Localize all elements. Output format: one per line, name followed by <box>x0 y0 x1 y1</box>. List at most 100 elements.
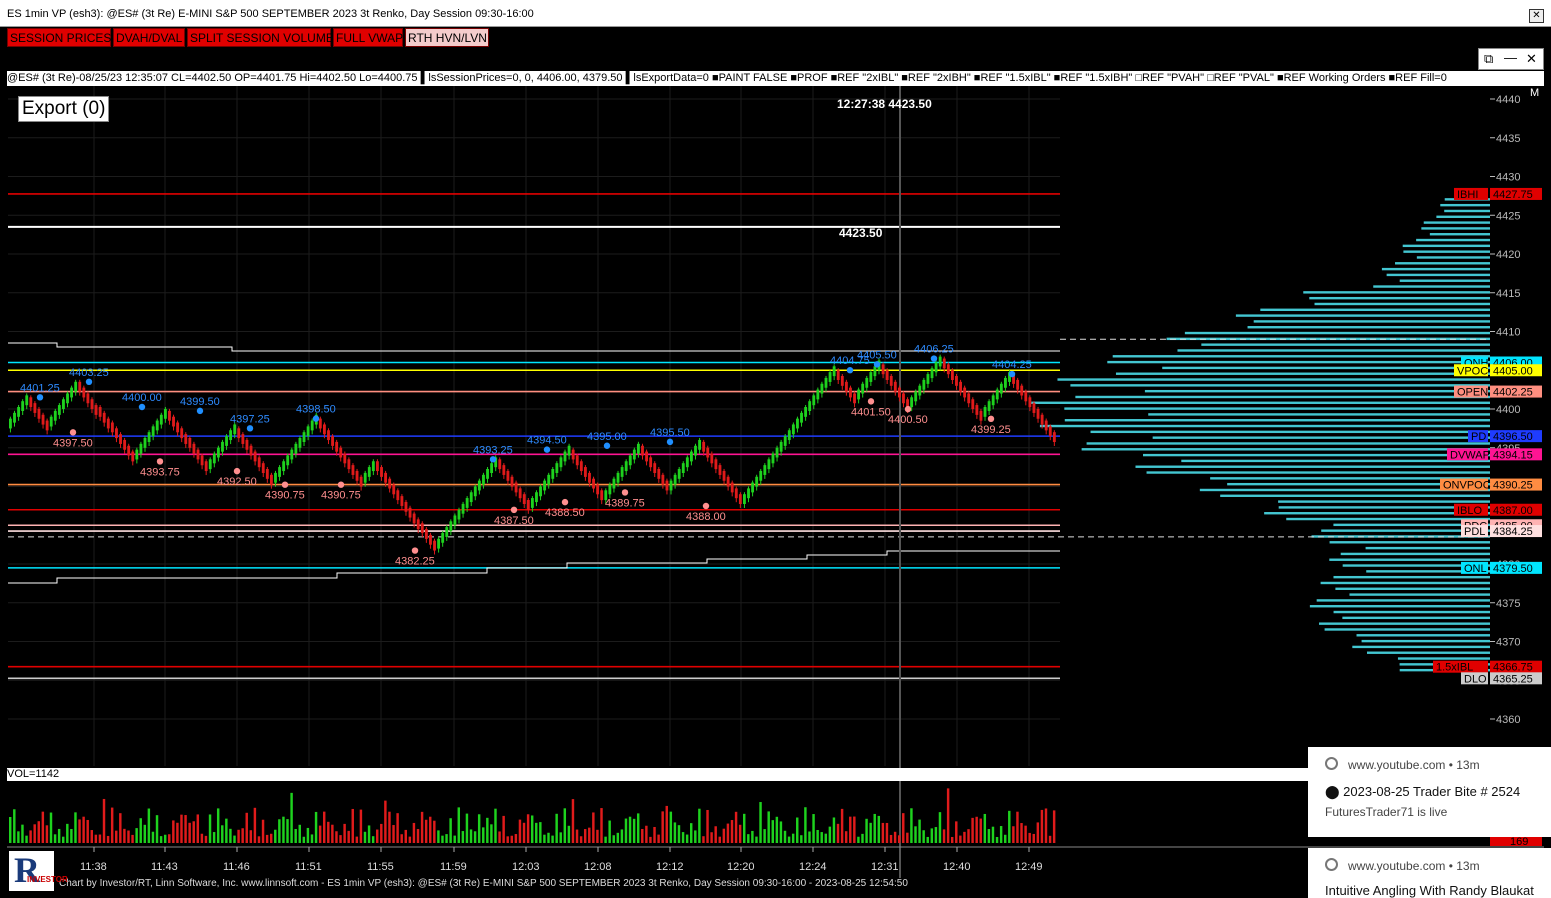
volume-bar <box>123 828 126 843</box>
volume-bar <box>1020 823 1023 843</box>
profile-bar <box>1333 575 1490 579</box>
split-session-volume-button[interactable]: SPLIT SESSION VOLUME <box>187 28 334 47</box>
volume-bar <box>873 813 876 843</box>
volume-bar <box>147 808 151 843</box>
window-close-icon[interactable]: ✕ <box>1529 9 1544 23</box>
volume-bar <box>180 814 183 843</box>
volume-bar <box>865 818 868 843</box>
value-area-low-step <box>8 550 1060 584</box>
volume-bar <box>420 811 424 843</box>
restore-icon[interactable]: ⧉ <box>1484 51 1493 67</box>
volume-bar <box>669 811 673 843</box>
volume-bar <box>661 811 664 843</box>
time-axis-label: 12:24 <box>799 861 827 873</box>
level-name-label: VPOC <box>1457 365 1488 377</box>
profile-bar <box>1260 308 1490 311</box>
swing-marker <box>621 489 629 496</box>
swing-label: 4390.75 <box>265 490 305 502</box>
volume-bar <box>168 834 171 843</box>
volume-bar <box>559 832 562 843</box>
volume-bar <box>575 829 579 843</box>
volume-bar <box>53 834 57 843</box>
volume-bar <box>196 814 200 843</box>
time-axis-label: 12:31 <box>871 861 899 873</box>
volume-bar <box>335 831 338 843</box>
volume-bar <box>188 822 191 843</box>
volume-bar <box>482 827 485 843</box>
volume-bar <box>959 835 962 843</box>
volume-bar <box>429 816 432 843</box>
volume-bar <box>37 821 40 843</box>
volume-bar <box>628 816 632 843</box>
profile-bar <box>1314 302 1490 306</box>
volume-bar <box>82 816 85 843</box>
volume-bar <box>253 807 257 843</box>
swing-label: 4397.50 <box>53 437 93 449</box>
volume-bar <box>9 817 12 843</box>
time-axis-label: 11:55 <box>367 861 394 873</box>
session-prices-button[interactable]: SESSION PRICES <box>7 28 111 47</box>
volume-bar <box>706 809 709 843</box>
swing-label: 4401.50 <box>851 406 891 418</box>
volume-bar <box>74 812 77 843</box>
swing-label: 4395.50 <box>650 427 690 439</box>
profile-bar <box>1143 453 1490 457</box>
volume-bar <box>388 811 391 843</box>
scale-marker: M <box>1530 87 1539 99</box>
axis-tick-label: 4410 <box>1496 327 1520 339</box>
volume-bar <box>579 836 583 843</box>
profile-bar <box>1112 355 1490 358</box>
volume-bar <box>791 833 795 843</box>
volume-bar <box>290 792 293 843</box>
profile-bar <box>1421 227 1490 230</box>
notification-card[interactable]: www.youtube.com • 13m ⬤ 2023-08-25 Trade… <box>1308 747 1551 837</box>
full-vwap-button[interactable]: FULL VWAP <box>333 28 403 47</box>
profile-bar <box>1031 401 1490 404</box>
notification-card[interactable]: www.youtube.com • 13m Intuitive Angling … <box>1308 848 1551 898</box>
swing-marker <box>510 506 518 514</box>
profile-bar <box>1436 215 1490 218</box>
profile-bar <box>1444 209 1490 213</box>
level-name-label: DVWAP <box>1450 449 1490 461</box>
window-title-bar: ES 1min VP (esh3): @ES# (3t Re) E-MINI S… <box>0 0 1551 27</box>
volume-bar <box>21 824 24 843</box>
volume-bar <box>363 831 367 843</box>
level-value-label: 4384.25 <box>1493 526 1533 538</box>
volume-bar <box>1044 808 1048 843</box>
volume-bar <box>233 835 236 843</box>
dvah-dval-button[interactable]: DVAH/DVAL <box>113 28 185 47</box>
profile-bar <box>1247 326 1490 329</box>
volume-bar <box>135 828 138 843</box>
swing-marker <box>281 481 289 488</box>
volume-bar <box>604 836 607 843</box>
volume-bar <box>286 819 289 843</box>
chart-close-icon[interactable]: ✕ <box>1526 51 1537 67</box>
volume-bar <box>400 834 403 843</box>
volume-bar <box>66 823 69 843</box>
volume-bar <box>1008 810 1011 843</box>
volume-bar <box>469 829 473 843</box>
volume-bar <box>665 805 668 843</box>
profile-bar <box>1057 378 1490 381</box>
volume-bar <box>812 814 815 843</box>
swing-label: 4382.25 <box>395 556 435 568</box>
volume-bar <box>975 816 978 843</box>
volume-bar <box>41 811 45 843</box>
volume-bar <box>200 833 204 843</box>
export-counter[interactable]: Export (0) <box>18 96 110 122</box>
minimize-icon[interactable]: — <box>1504 50 1517 65</box>
volume-bar <box>498 831 501 843</box>
volume-bar <box>192 821 195 843</box>
swing-marker <box>930 355 938 362</box>
profile-bar <box>1399 279 1490 282</box>
volume-bar <box>1028 832 1031 843</box>
volume-bar <box>783 830 787 843</box>
volume-bar <box>718 836 721 843</box>
level-value-label: 4390.25 <box>1493 480 1533 492</box>
axis-tick-label: 4440 <box>1496 94 1520 106</box>
window-title: ES 1min VP (esh3): @ES# (3t Re) E-MINI S… <box>7 8 534 20</box>
volume-bar <box>13 809 16 843</box>
profile-bar <box>1144 389 1490 393</box>
rth-hvn-lvn-button[interactable]: RTH HVN/LVN <box>405 28 489 47</box>
volume-bar <box>355 836 359 843</box>
